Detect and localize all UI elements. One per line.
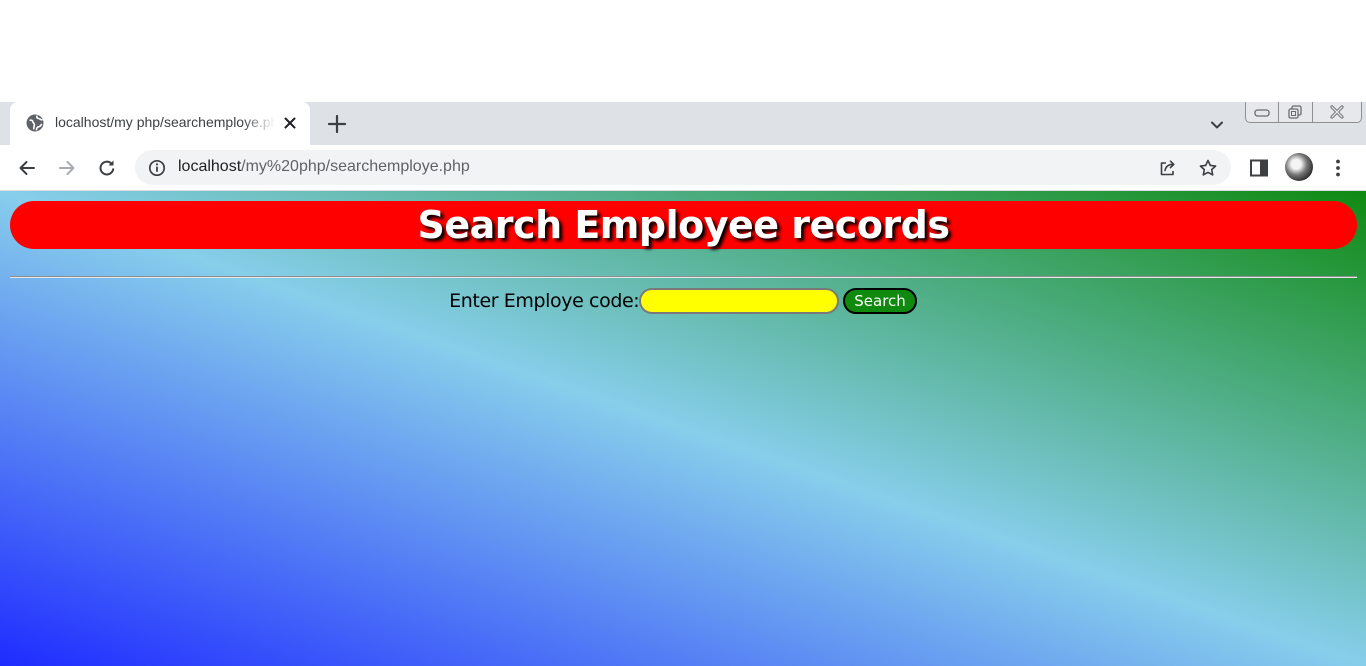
back-arrow-icon[interactable]: [16, 157, 38, 179]
plus-icon[interactable]: [326, 113, 348, 135]
close-icon[interactable]: [282, 115, 298, 131]
forward-arrow-icon[interactable]: [56, 157, 78, 179]
tab-strip: localhost/my php/searchemploye.php: [0, 102, 1366, 145]
screen-top-blank: [0, 0, 1366, 102]
employee-code-input[interactable]: [639, 288, 840, 314]
restore-icon: [1288, 105, 1303, 119]
reload-icon[interactable]: [96, 157, 118, 179]
restore-button[interactable]: [1279, 102, 1313, 122]
chevron-down-icon[interactable]: [1208, 116, 1226, 134]
search-form: Enter Employe code: Search: [0, 288, 1366, 314]
window-controls: [1245, 102, 1362, 123]
browser-tab[interactable]: localhost/my php/searchemploye.php: [10, 102, 310, 145]
profile-avatar[interactable]: [1285, 153, 1313, 181]
info-icon[interactable]: [148, 159, 166, 177]
star-icon[interactable]: [1198, 158, 1218, 178]
window-close-button[interactable]: [1313, 102, 1361, 122]
page-title: Search Employee records: [10, 201, 1357, 249]
page-content: Search Employee records Enter Employe co…: [0, 191, 1366, 666]
horizontal-rule: [10, 276, 1357, 278]
close-icon: [1330, 105, 1344, 119]
employee-code-label: Enter Employe code:: [449, 290, 640, 312]
url-path: /my%20php/searchemploye.php: [241, 158, 470, 175]
tab-title: localhost/my php/searchemploye.php: [55, 114, 275, 130]
minimize-icon: [1254, 109, 1270, 117]
globe-icon: [26, 114, 44, 132]
address-bar[interactable]: localhost/my%20php/searchemploye.php: [135, 150, 1231, 185]
search-button[interactable]: Search: [843, 288, 917, 314]
browser-toolbar: localhost/my%20php/searchemploye.php: [0, 145, 1366, 191]
side-panel-icon[interactable]: [1248, 157, 1270, 179]
kebab-menu-icon[interactable]: [1327, 157, 1349, 179]
share-icon[interactable]: [1157, 158, 1177, 178]
url-text[interactable]: localhost/my%20php/searchemploye.php: [178, 158, 470, 176]
url-host: localhost: [178, 158, 242, 175]
minimize-button[interactable]: [1246, 102, 1280, 122]
